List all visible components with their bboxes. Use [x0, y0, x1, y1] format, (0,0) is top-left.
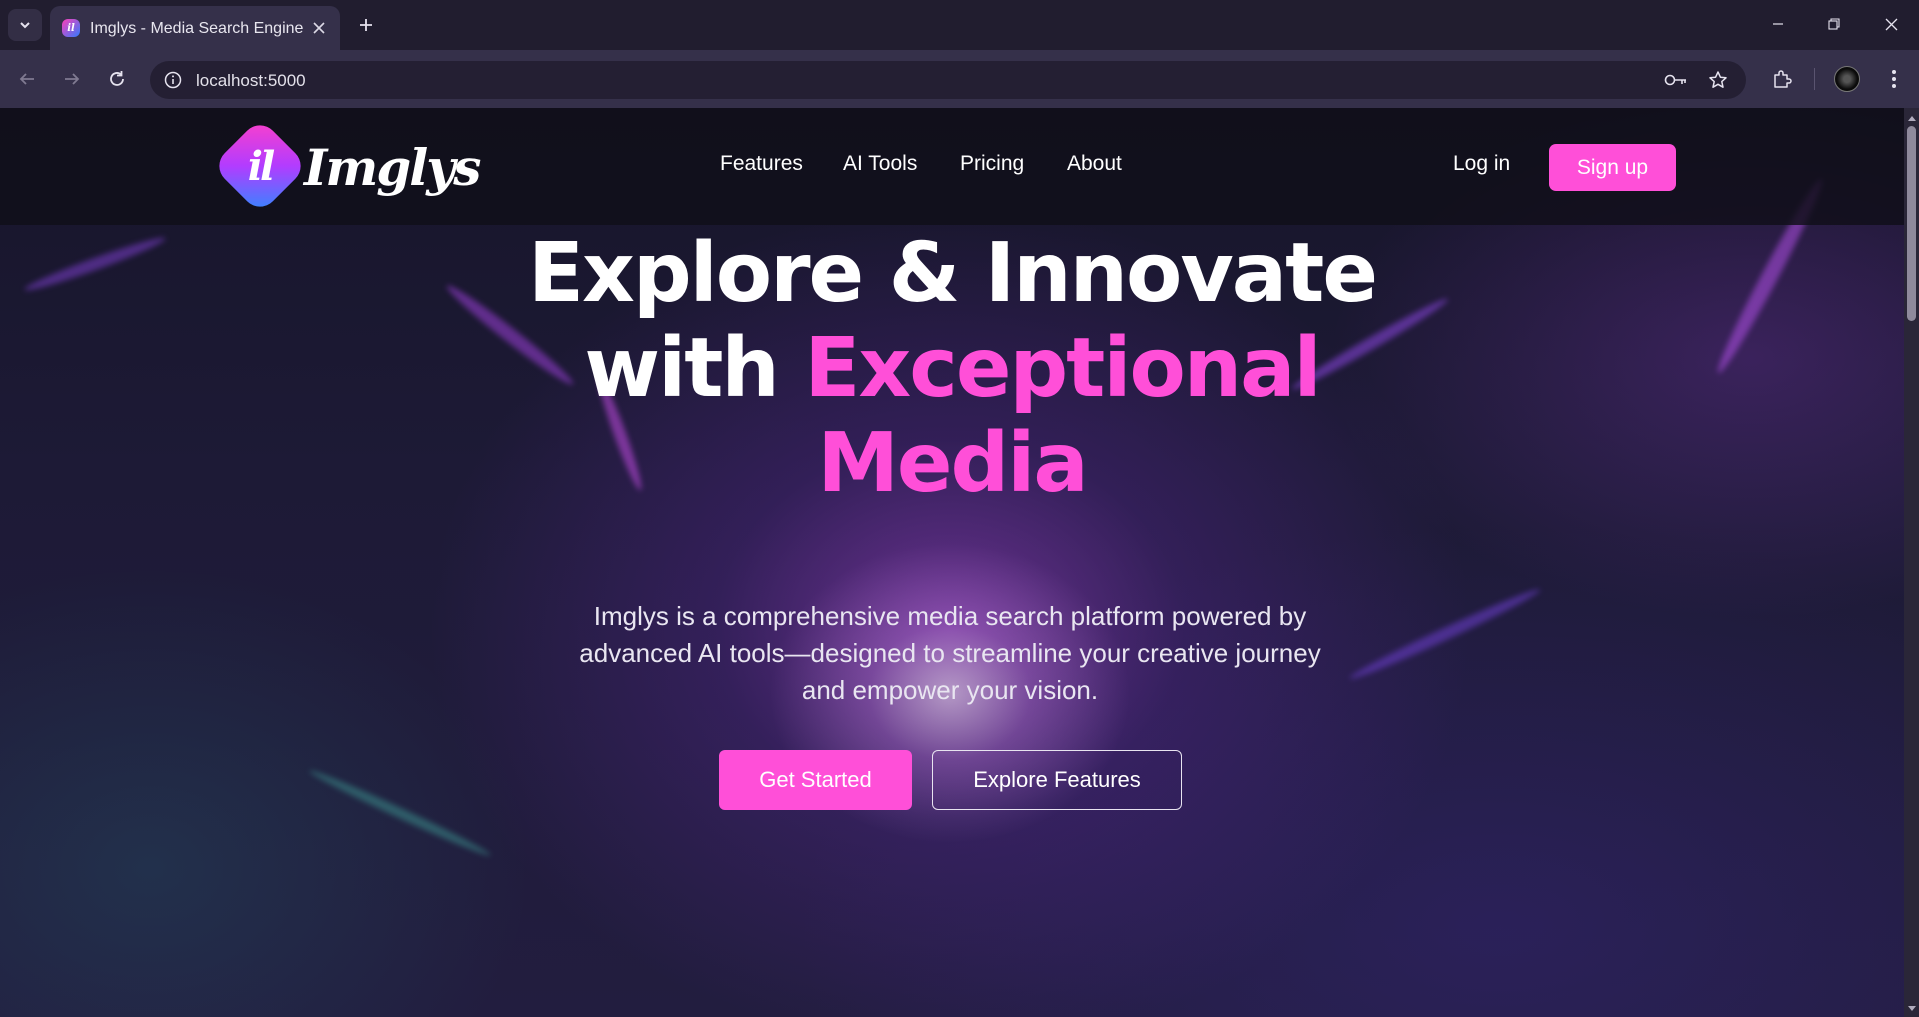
page-viewport: il Imglys Features AI Tools Pricing Abou…	[0, 108, 1904, 1017]
tab-title: Imglys - Media Search Engine	[90, 20, 304, 37]
tab-close-button[interactable]	[308, 17, 330, 39]
forward-icon	[65, 73, 80, 85]
nav-about[interactable]: About	[1067, 152, 1122, 176]
hero-title-line-3: Media	[817, 416, 1088, 511]
plus-icon	[360, 19, 372, 31]
back-icon	[19, 73, 34, 85]
background-tendril	[1347, 584, 1543, 684]
tab-search-button[interactable]	[8, 9, 42, 41]
star-icon[interactable]	[1706, 69, 1730, 91]
restore-button[interactable]	[1816, 10, 1852, 38]
login-link[interactable]: Log in	[1453, 152, 1510, 176]
restore-icon	[1828, 18, 1840, 30]
reload-icon	[110, 71, 124, 86]
page-scrollbar[interactable]	[1904, 108, 1919, 1017]
key-icon[interactable]	[1664, 69, 1688, 91]
brand-name[interactable]: Imglys	[304, 138, 481, 197]
url-text[interactable]: localhost:5000	[196, 71, 306, 91]
logo-glyph: il	[247, 142, 275, 190]
profile-avatar[interactable]	[1834, 66, 1860, 92]
new-tab-button[interactable]	[352, 11, 380, 39]
kebab-menu-icon[interactable]	[1878, 63, 1910, 95]
reload-button[interactable]	[101, 63, 133, 95]
nav-pricing[interactable]: Pricing	[960, 152, 1024, 176]
site-header: il Imglys Features AI Tools Pricing Abou…	[0, 108, 1904, 225]
scroll-up-arrow[interactable]	[1904, 110, 1919, 125]
chevron-down-icon	[20, 22, 30, 29]
back-button[interactable]	[11, 63, 43, 95]
site-info-icon[interactable]	[162, 69, 184, 91]
address-bar[interactable]: localhost:5000	[150, 61, 1746, 99]
favicon-icon: il	[62, 19, 80, 37]
forward-button[interactable]	[56, 63, 88, 95]
signup-button[interactable]: Sign up	[1549, 144, 1676, 191]
hero-title-prefix: with	[584, 321, 779, 416]
extensions-icon[interactable]	[1766, 63, 1798, 95]
browser-tabstrip: il Imglys - Media Search Engine	[0, 0, 1919, 50]
hero-title-accent: Exceptional	[804, 321, 1321, 416]
scroll-thumb[interactable]	[1907, 126, 1916, 321]
hero-title-line-1: Explore & Innovate	[528, 226, 1378, 321]
close-window-button[interactable]	[1873, 10, 1909, 38]
browser-tab-active[interactable]: il Imglys - Media Search Engine	[50, 6, 340, 50]
close-icon	[313, 22, 325, 34]
toolbar-divider	[1814, 68, 1815, 90]
hero-subtitle: Imglys is a comprehensive media search p…	[579, 601, 1321, 705]
minimize-icon	[1773, 23, 1783, 25]
nav-features[interactable]: Features	[720, 152, 803, 176]
explore-features-button[interactable]: Explore Features	[932, 750, 1182, 810]
background-tendril	[307, 766, 493, 860]
get-started-button[interactable]: Get Started	[719, 750, 912, 810]
nav-ai-tools[interactable]: AI Tools	[843, 152, 917, 176]
minimize-button[interactable]	[1760, 10, 1796, 38]
scroll-down-arrow[interactable]	[1904, 1001, 1919, 1016]
hero-title-line-2: with Exceptional	[0, 321, 1904, 416]
close-icon	[1885, 18, 1897, 30]
browser-toolbar: localhost:5000	[0, 50, 1919, 108]
